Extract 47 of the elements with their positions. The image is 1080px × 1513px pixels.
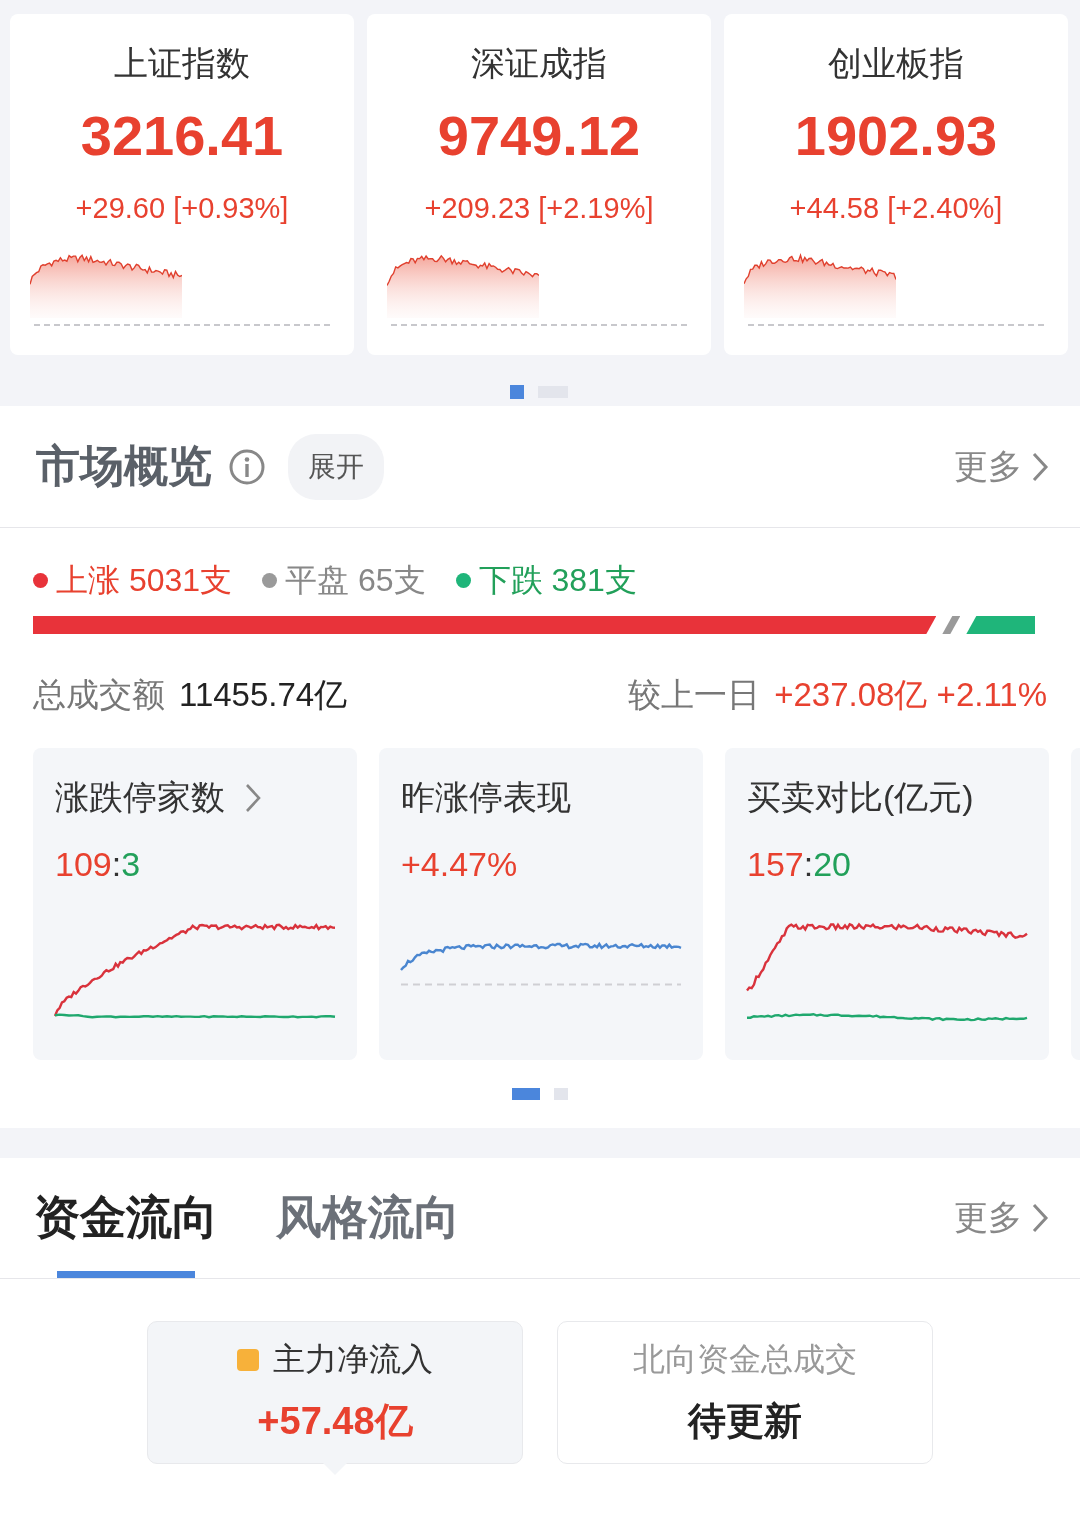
tab[interactable]: 风格流向: [276, 1187, 460, 1278]
page-indicator[interactable]: [554, 1088, 568, 1100]
index-value: 1902.93: [794, 103, 998, 169]
compare-label: 较上一日: [628, 675, 761, 715]
stat-card[interactable]: 涨跌停家数 109:3: [33, 748, 357, 1060]
more-link[interactable]: 更多: [954, 1195, 1050, 1241]
index-card[interactable]: 上证指数 3216.41 +29.60 [+0.93%]: [10, 14, 354, 355]
card-title: 昨涨停表现: [401, 777, 571, 818]
turnover-label: 总成交额: [33, 675, 165, 715]
card-value: +4.47%: [401, 844, 519, 885]
tab[interactable]: 资金流向: [34, 1187, 218, 1278]
card-title: 买卖对比(亿元): [747, 777, 974, 818]
index-change: +209.23 [+2.19%]: [424, 191, 654, 226]
index-name: 深证成指: [471, 43, 607, 84]
flow-value: 待更新: [688, 1399, 802, 1444]
compare-value: +237.08亿 +2.11%: [774, 675, 1047, 715]
breadth-count: 下跌 381支: [478, 561, 637, 600]
card-title: 涨跌停家数: [55, 777, 225, 818]
index-change: +44.58 [+2.40%]: [789, 191, 1003, 226]
index-card[interactable]: 创业板指 1902.93 +44.58 [+2.40%]: [724, 14, 1068, 355]
index-value: 9749.12: [437, 103, 641, 169]
stat-card[interactable]: 买卖对比(亿元) 157:20: [725, 748, 1049, 1060]
turnover-value: 11455.74亿: [179, 675, 348, 715]
flow-card[interactable]: 主力净流入 +57.48亿: [147, 1321, 523, 1464]
more-link[interactable]: 更多: [954, 443, 1050, 490]
index-change: +29.60 [+0.93%]: [75, 191, 289, 226]
breadth-count: 上涨 5031支: [56, 561, 233, 600]
chevron-right-icon: [1030, 1202, 1050, 1234]
page-indicator[interactable]: [512, 1088, 540, 1100]
flow-label: 北向资金总成交: [633, 1340, 857, 1379]
expand-button[interactable]: 展开: [288, 433, 384, 500]
index-name: 创业板指: [828, 43, 964, 84]
flow-card[interactable]: 北向资金总成交 待更新: [557, 1321, 933, 1464]
chevron-right-icon: [1030, 450, 1050, 483]
card-value: 157:20: [747, 844, 852, 885]
card-value: 109:3: [55, 844, 142, 885]
page-indicator[interactable]: [510, 385, 524, 399]
flow-label: 主力净流入: [273, 1340, 433, 1379]
stat-card[interactable]: 昨涨停表现 +4.47%: [379, 748, 703, 1060]
index-name: 上证指数: [114, 43, 250, 84]
info-icon[interactable]: [228, 447, 266, 486]
section-title: 市场概览: [36, 440, 212, 492]
breadth-bar-segment: [966, 616, 1036, 634]
breadth-count: 平盘 65支: [285, 561, 426, 600]
index-card[interactable]: 深证成指 9749.12 +209.23 [+2.19%]: [367, 14, 711, 355]
flow-value: +57.48亿: [257, 1399, 413, 1444]
index-value: 3216.41: [80, 103, 284, 169]
